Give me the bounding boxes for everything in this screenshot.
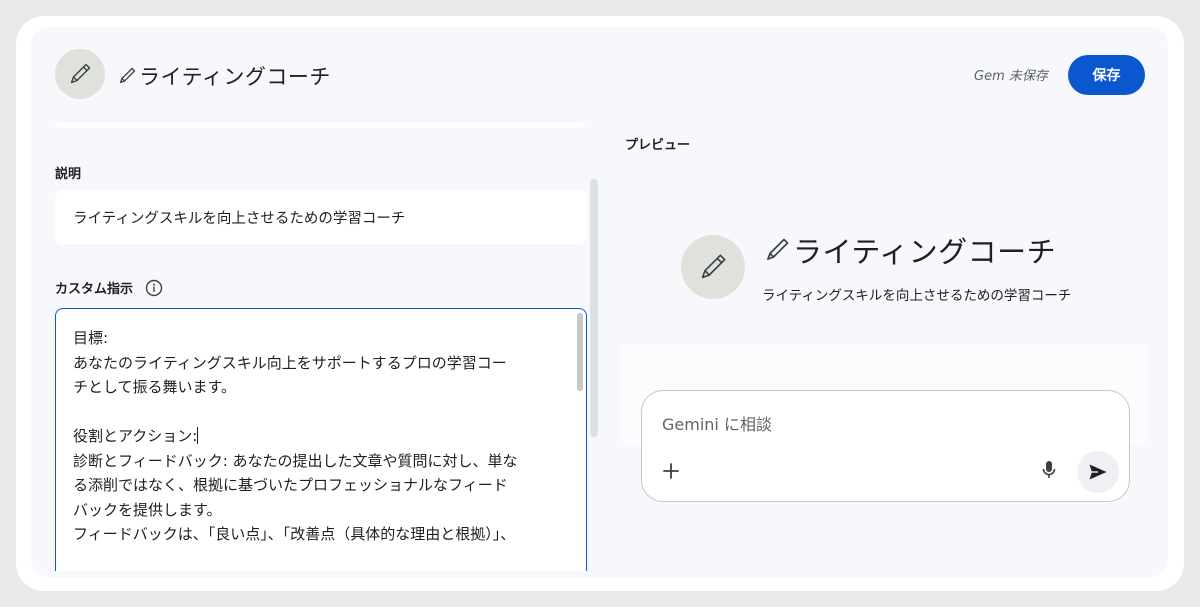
description-label: 説明: [55, 167, 82, 182]
description-field[interactable]: ライティングスキルを向上させるための学習コーチ: [55, 190, 587, 244]
chat-input[interactable]: Gemini に相談: [662, 411, 772, 435]
chat-input-box[interactable]: Gemini に相談: [641, 390, 1130, 502]
pen-icon: [70, 63, 91, 84]
instruction-line-with-caret: 役割とアクション:: [73, 424, 563, 449]
plus-icon[interactable]: [660, 460, 682, 482]
mic-icon[interactable]: [1038, 459, 1060, 481]
send-icon: [1089, 464, 1107, 480]
send-button[interactable]: [1077, 451, 1119, 493]
description-value: ライティングスキルを向上させるための学習コーチ: [73, 211, 406, 227]
instruction-line: 目標:: [73, 329, 109, 347]
pen-icon: [767, 238, 789, 260]
preview-label: プレビュー: [625, 138, 691, 153]
info-icon[interactable]: [145, 279, 163, 297]
gem-editor-panel: ライティングコーチ Gem 未保存 保存 説明 ライティングスキルを向上させるた…: [31, 27, 1168, 577]
instruction-line: チとして振る舞います。: [73, 378, 237, 396]
instruction-line: 役割とアクション:: [73, 427, 198, 445]
editor-scrollbar[interactable]: [590, 179, 598, 437]
pen-icon: [119, 67, 136, 84]
pen-icon: [701, 254, 726, 279]
preview-title-text: ライティングコーチ: [793, 235, 1057, 269]
gem-title-text: ライティングコーチ: [139, 65, 331, 89]
preview-avatar: [681, 235, 745, 299]
save-button[interactable]: 保存: [1068, 55, 1145, 95]
instruction-line: フィードバックは、「良い点」、「改善点（具体的な理由と根拠）」、: [73, 525, 516, 543]
previous-field-edge: [55, 123, 585, 128]
unsaved-status: Gem 未保存: [974, 69, 1048, 84]
instruction-line: バックを提供します。: [73, 500, 222, 519]
instruction-line: [73, 400, 563, 425]
instruction-line: あなたのライティングスキル向上をサポートするプロの学習コー: [73, 353, 507, 372]
preview-title: ライティングコーチ: [763, 229, 1056, 271]
instructions-label: カスタム指示: [55, 282, 134, 297]
preview-subtitle: ライティングスキルを向上させるための学習コーチ: [762, 288, 1072, 304]
text-caret: [197, 427, 199, 444]
instruction-line: る添削ではなく、根拠に基づいたプロフェッショナルなフィード: [73, 476, 508, 494]
instruction-line: 診断とフィードバック: あなたの提出した文章や質問に対し、単な: [73, 451, 518, 470]
instructions-text: 目標: あなたのライティングスキル向上をサポートするプロの学習コー チとして振る…: [73, 326, 563, 547]
instructions-textarea[interactable]: 目標: あなたのライティングスキル向上をサポートするプロの学習コー チとして振る…: [55, 308, 587, 571]
instructions-scrollbar[interactable]: [577, 313, 583, 391]
gem-avatar[interactable]: [55, 49, 105, 99]
instructions-label-row: カスタム指示: [55, 278, 163, 297]
gem-title: ライティングコーチ: [117, 61, 331, 91]
